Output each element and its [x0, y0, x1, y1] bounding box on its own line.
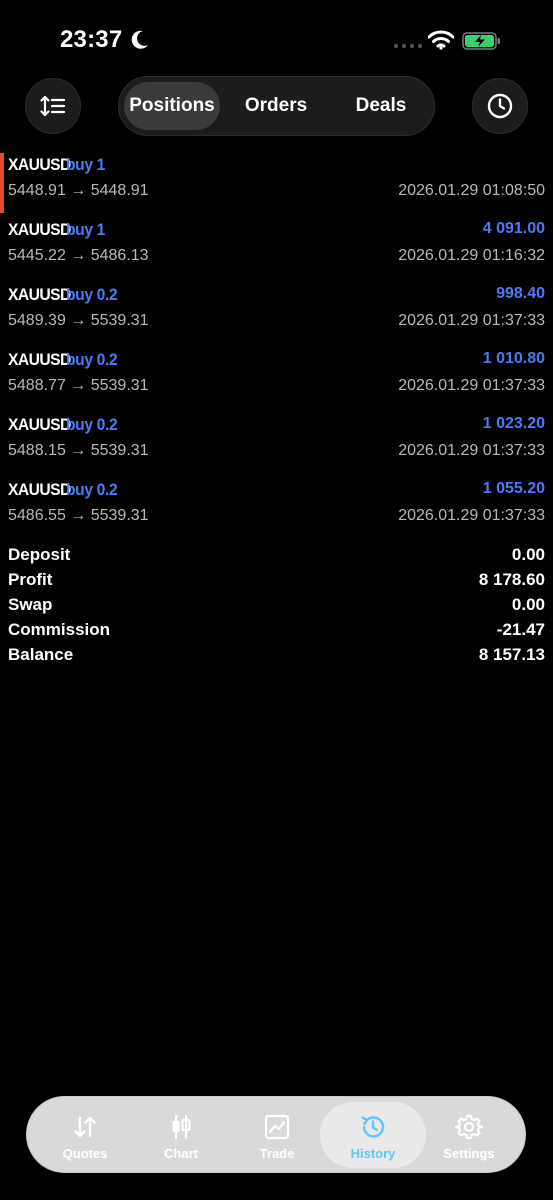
summary-commission: Commission -21.47 [8, 620, 545, 644]
trade-row[interactable]: XAUUSD buy 1 4 091.00 5445.22 → 5486.13 … [0, 218, 553, 278]
trade-symbol: XAUUSD [8, 350, 71, 369]
trade-time: 2026.01.29 01:37:33 [398, 377, 545, 394]
trade-time: 2026.01.29 01:37:33 [398, 442, 545, 459]
summary-profit: Profit 8 178.60 [8, 570, 545, 594]
trade-symbol: XAUUSD [8, 415, 71, 434]
summary-value: -21.47 [496, 620, 545, 639]
summary-label: Balance [8, 645, 74, 664]
segment-orders[interactable]: Orders [226, 82, 326, 130]
trade-time: 2026.01.29 01:16:32 [398, 247, 545, 264]
summary-balance: Balance 8 157.13 [8, 645, 545, 669]
trade-row[interactable]: XAUUSD buy 0.2 1 010.80 5488.77 → 5539.3… [0, 348, 553, 408]
clock-icon [487, 93, 513, 119]
trade-row[interactable]: XAUUSD buy 1 5448.91 → 5448.91 2026.01.2… [0, 153, 553, 213]
tab-label: Chart [164, 1146, 198, 1161]
trade-profit: 4 091.00 [482, 220, 545, 237]
trade-time: 2026.01.29 01:37:33 [398, 312, 545, 329]
trade-profit: 1 010.80 [482, 350, 545, 367]
trade-chart-icon [264, 1114, 290, 1140]
tab-label: Settings [443, 1146, 495, 1161]
summary-label: Commission [8, 620, 111, 639]
summary-label: Deposit [8, 545, 71, 564]
quotes-icon [74, 1116, 96, 1138]
moon-icon [131, 30, 148, 49]
trade-symbol: XAUUSD [8, 480, 71, 499]
tab-label: Trade [259, 1146, 295, 1161]
trade-side: buy 1 [66, 220, 106, 239]
signal-dots-icon [394, 44, 422, 48]
wifi-icon [428, 30, 454, 50]
tab-trade[interactable]: Trade [227, 1097, 327, 1174]
segment-positions[interactable]: Positions [124, 82, 220, 130]
history-icon [361, 1116, 385, 1138]
trade-symbol: XAUUSD [8, 220, 71, 239]
summary-value: 0.00 [511, 545, 545, 564]
sort-icon [40, 95, 66, 117]
summary-label: Swap [8, 595, 53, 614]
tab-quotes[interactable]: Quotes [35, 1097, 135, 1174]
trade-side: buy 1 [66, 155, 106, 174]
tab-settings[interactable]: Settings [419, 1097, 519, 1174]
trade-side: buy 0.2 [66, 480, 118, 499]
status-time: 23:37 [60, 26, 123, 53]
period-button[interactable] [472, 78, 528, 134]
tab-bar: Quotes Chart Trade History Settings [26, 1096, 526, 1173]
summary-swap: Swap 0.00 [8, 595, 545, 619]
gear-icon [455, 1114, 483, 1140]
trade-profit: 1 023.20 [482, 415, 545, 432]
trade-symbol: XAUUSD [8, 155, 71, 174]
summary-label: Profit [8, 570, 53, 589]
row-marker [0, 153, 4, 213]
tab-label: Quotes [62, 1146, 108, 1161]
trade-prices: 5488.77 → 5539.31 [8, 377, 149, 394]
trade-time: 2026.01.29 01:37:33 [398, 507, 545, 524]
trade-symbol: XAUUSD [8, 285, 71, 304]
trade-prices: 5445.22 → 5486.13 [8, 247, 149, 264]
segmented-control: Positions Orders Deals [118, 76, 435, 136]
tab-chart[interactable]: Chart [131, 1097, 231, 1174]
trade-side: buy 0.2 [66, 415, 118, 434]
battery-icon [462, 32, 500, 50]
tab-label: History [350, 1146, 396, 1161]
trade-profit: 998.40 [496, 285, 545, 302]
sort-button[interactable] [25, 78, 81, 134]
trade-time: 2026.01.29 01:08:50 [398, 182, 545, 199]
trade-row[interactable]: XAUUSD buy 0.2 998.40 5489.39 → 5539.31 … [0, 283, 553, 343]
trade-row[interactable]: XAUUSD buy 0.2 1 055.20 5486.55 → 5539.3… [0, 478, 553, 538]
trade-prices: 5488.15 → 5539.31 [8, 442, 149, 459]
tab-history[interactable]: History [323, 1097, 423, 1174]
summary-value: 8 157.13 [478, 645, 545, 664]
trade-row[interactable]: XAUUSD buy 0.2 1 023.20 5488.15 → 5539.3… [0, 413, 553, 473]
trade-profit: 1 055.20 [482, 480, 545, 497]
candlestick-icon [172, 1115, 191, 1139]
trade-prices: 5486.55 → 5539.31 [8, 507, 149, 524]
trade-prices: 5448.91 → 5448.91 [8, 182, 149, 199]
trade-side: buy 0.2 [66, 285, 118, 304]
trade-prices: 5489.39 → 5539.31 [8, 312, 149, 329]
segment-deals[interactable]: Deals [331, 82, 431, 130]
summary-deposit: Deposit 0.00 [8, 545, 545, 569]
summary-value: 8 178.60 [478, 570, 545, 589]
trade-side: buy 0.2 [66, 350, 118, 369]
summary-value: 0.00 [511, 595, 545, 614]
